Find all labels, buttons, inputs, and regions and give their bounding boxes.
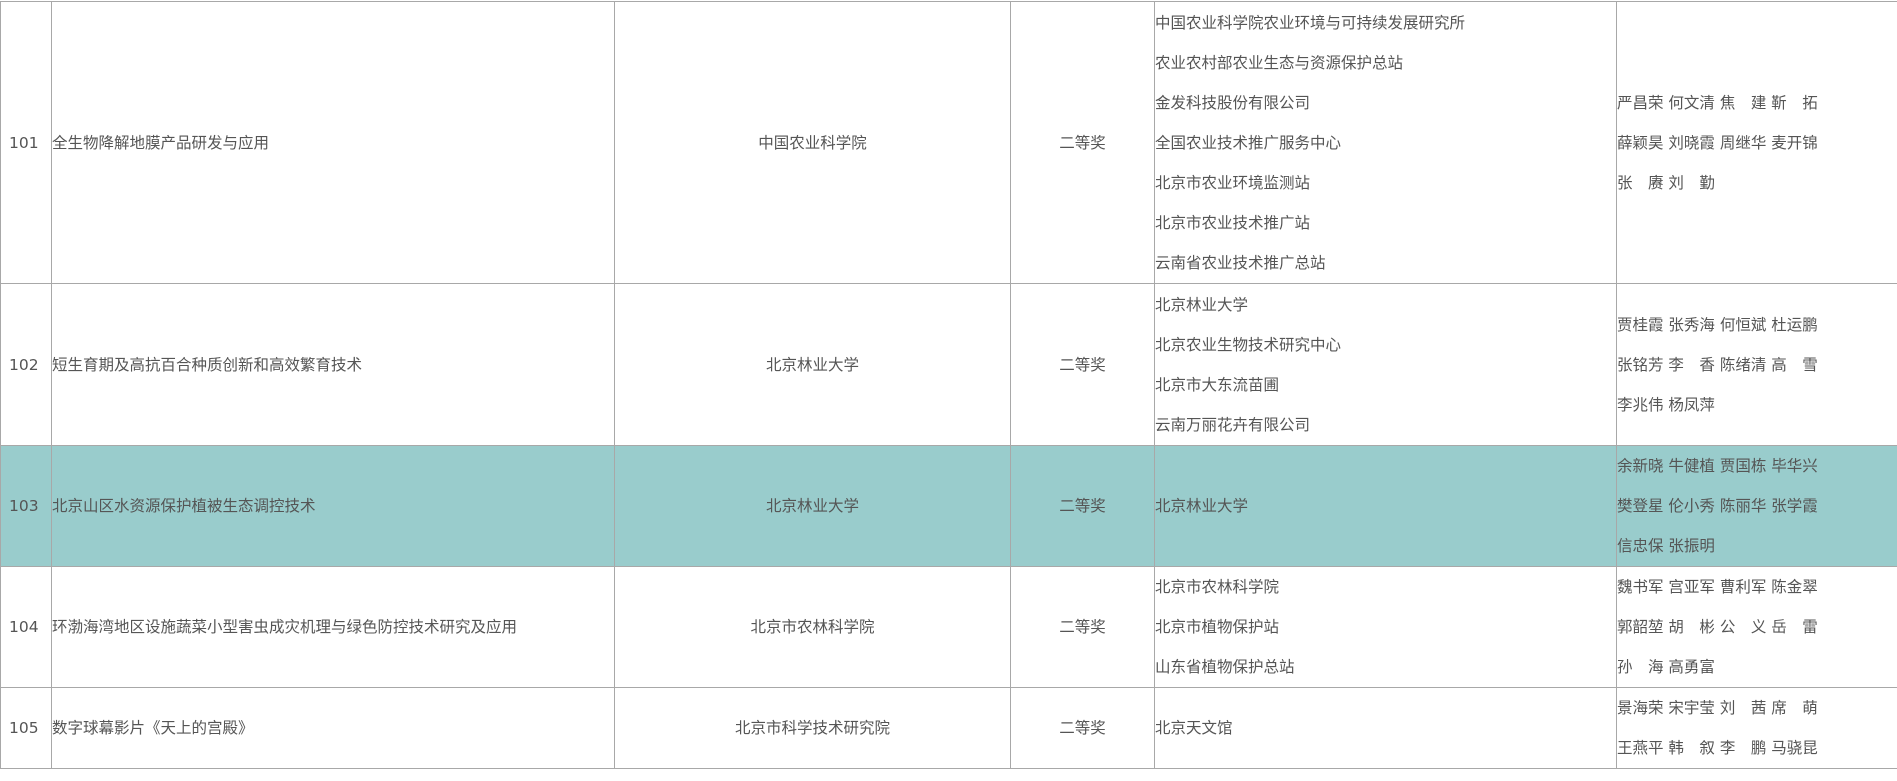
org-item: 北京天文馆 <box>1155 719 1233 737</box>
awards-table-body: 101 全生物降解地膜产品研发与应用 中国农业科学院 二等奖 中国农业科学院农业… <box>0 1 1897 769</box>
nominator: 中国农业科学院 <box>614 1 1011 284</box>
org-item: 北京市植物保护站 <box>1155 618 1280 636</box>
people-line: 魏书军 宫亚军 曹利军 陈金翠 <box>1617 578 1818 596</box>
org-item: 北京林业大学 <box>1155 497 1249 515</box>
completing-orgs: 北京天文馆 <box>1154 687 1617 769</box>
org-item: 云南万丽花卉有限公司 <box>1155 415 1311 434</box>
nominator: 北京市科学技术研究院 <box>614 687 1011 769</box>
people-line: 景海荣 宋宇莹 刘 茜 席 萌 <box>1617 699 1818 717</box>
completing-people: 贾桂霞 张秀海 何恒斌 杜运鹏 张铭芳 李 香 陈绪清 高 雪 李兆伟 杨凤萍 <box>1616 283 1897 446</box>
people-line: 张 赓 刘 勤 <box>1617 173 1715 192</box>
people-line: 张铭芳 李 香 陈绪清 高 雪 <box>1617 355 1818 374</box>
people-line: 余新晓 牛健植 贾国栋 毕华兴 <box>1617 457 1818 475</box>
row-number: 102 <box>0 283 52 446</box>
org-item: 云南省农业技术推广总站 <box>1155 253 1326 272</box>
org-item: 北京农业生物技术研究中心 <box>1155 335 1342 354</box>
people-line: 孙 海 高勇富 <box>1617 658 1715 676</box>
nominator: 北京市农林科学院 <box>614 566 1011 688</box>
project-name: 短生育期及高抗百合种质创新和高效繁育技术 <box>51 283 615 446</box>
people-line: 严昌荣 何文清 焦 建 靳 拓 <box>1617 93 1818 112</box>
org-item: 山东省植物保护总站 <box>1155 658 1295 676</box>
people-line: 贾桂霞 张秀海 何恒斌 杜运鹏 <box>1617 315 1818 334</box>
table-row: 101 全生物降解地膜产品研发与应用 中国农业科学院 二等奖 中国农业科学院农业… <box>0 1 1897 284</box>
awards-table: 101 全生物降解地膜产品研发与应用 中国农业科学院 二等奖 中国农业科学院农业… <box>0 1 1897 769</box>
people-line: 王燕平 韩 叙 李 鹏 马骁昆 <box>1617 739 1818 757</box>
people-line: 郭韶堃 胡 彬 公 义 岳 雷 <box>1617 618 1818 636</box>
completing-people: 严昌荣 何文清 焦 建 靳 拓 薛颖昊 刘晓霞 周继华 麦开锦 张 赓 刘 勤 <box>1616 1 1897 284</box>
row-number: 103 <box>0 445 52 567</box>
org-item: 北京林业大学 <box>1155 295 1249 314</box>
award-grade: 二等奖 <box>1010 445 1155 567</box>
people-line: 信忠保 张振明 <box>1617 537 1715 555</box>
award-grade: 二等奖 <box>1010 1 1155 284</box>
completing-people: 魏书军 宫亚军 曹利军 陈金翠 郭韶堃 胡 彬 公 义 岳 雷 孙 海 高勇富 <box>1616 566 1897 688</box>
completing-people: 景海荣 宋宇莹 刘 茜 席 萌 王燕平 韩 叙 李 鹏 马骁昆 <box>1616 687 1897 769</box>
project-name: 数字球幕影片《天上的宫殿》 <box>51 687 615 769</box>
award-grade: 二等奖 <box>1010 283 1155 446</box>
row-number: 101 <box>0 1 52 284</box>
org-item: 全国农业技术推广服务中心 <box>1155 133 1342 152</box>
award-grade: 二等奖 <box>1010 566 1155 688</box>
row-number: 104 <box>0 566 52 688</box>
completing-orgs: 中国农业科学院农业环境与可持续发展研究所 农业农村部农业生态与资源保护总站 金发… <box>1154 1 1617 284</box>
people-line: 薛颖昊 刘晓霞 周继华 麦开锦 <box>1617 133 1818 152</box>
org-item: 北京市农业技术推广站 <box>1155 213 1311 232</box>
project-name: 北京山区水资源保护植被生态调控技术 <box>51 445 615 567</box>
project-name: 全生物降解地膜产品研发与应用 <box>51 1 615 284</box>
row-number: 105 <box>0 687 52 769</box>
award-grade: 二等奖 <box>1010 687 1155 769</box>
org-item: 北京市农林科学院 <box>1155 578 1280 596</box>
org-item: 北京市大东流苗圃 <box>1155 375 1280 394</box>
table-row: 102 短生育期及高抗百合种质创新和高效繁育技术 北京林业大学 二等奖 北京林业… <box>0 283 1897 446</box>
nominator: 北京林业大学 <box>614 445 1011 567</box>
people-line: 李兆伟 杨凤萍 <box>1617 395 1715 414</box>
org-item: 中国农业科学院农业环境与可持续发展研究所 <box>1155 13 1466 32</box>
org-item: 农业农村部农业生态与资源保护总站 <box>1155 53 1404 72</box>
table-row: 105 数字球幕影片《天上的宫殿》 北京市科学技术研究院 二等奖 北京天文馆 景… <box>0 687 1897 769</box>
org-item: 北京市农业环境监测站 <box>1155 173 1311 192</box>
people-line: 樊登星 伦小秀 陈丽华 张学霞 <box>1617 497 1818 515</box>
org-item: 金发科技股份有限公司 <box>1155 93 1311 112</box>
project-name: 环渤海湾地区设施蔬菜小型害虫成灾机理与绿色防控技术研究及应用 <box>51 566 615 688</box>
completing-orgs: 北京林业大学 北京农业生物技术研究中心 北京市大东流苗圃 云南万丽花卉有限公司 <box>1154 283 1617 446</box>
table-row: 104 环渤海湾地区设施蔬菜小型害虫成灾机理与绿色防控技术研究及应用 北京市农林… <box>0 566 1897 688</box>
completing-people: 余新晓 牛健植 贾国栋 毕华兴 樊登星 伦小秀 陈丽华 张学霞 信忠保 张振明 <box>1616 445 1897 567</box>
nominator: 北京林业大学 <box>614 283 1011 446</box>
completing-orgs: 北京市农林科学院 北京市植物保护站 山东省植物保护总站 <box>1154 566 1617 688</box>
table-row-highlighted: 103 北京山区水资源保护植被生态调控技术 北京林业大学 二等奖 北京林业大学 … <box>0 445 1897 567</box>
completing-orgs: 北京林业大学 <box>1154 445 1617 567</box>
